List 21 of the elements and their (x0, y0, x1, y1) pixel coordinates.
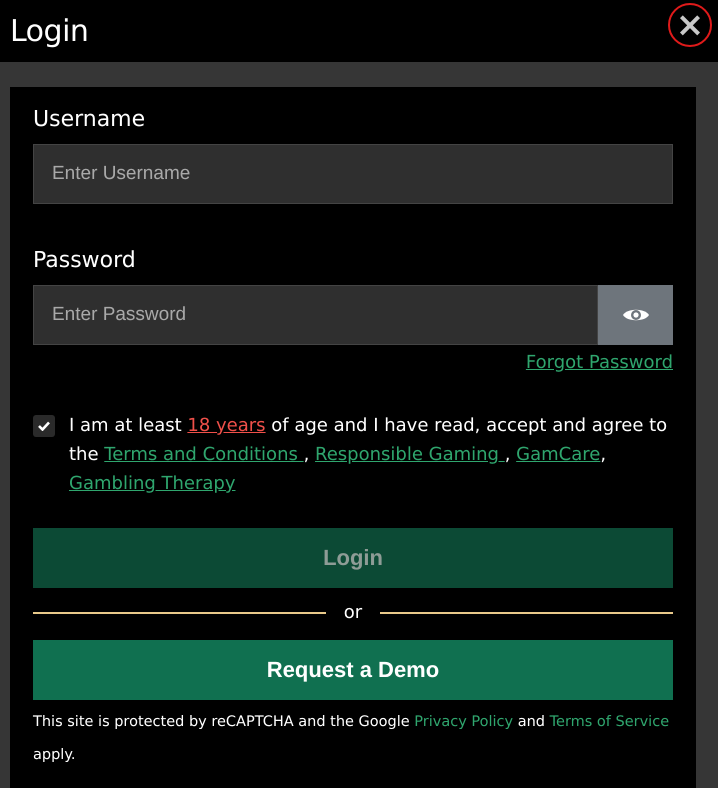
password-label: Password (33, 248, 137, 273)
password-field[interactable]: Enter Password (33, 285, 598, 345)
consent-checkbox[interactable] (33, 415, 55, 437)
show-password-button[interactable] (598, 285, 673, 345)
request-demo-button[interactable]: Request a Demo (33, 640, 673, 700)
username-label: Username (33, 107, 146, 132)
or-separator: or (344, 602, 362, 623)
policy-link[interactable]: Terms and Conditions (104, 444, 304, 465)
policy-link[interactable]: Gambling Therapy (69, 473, 236, 494)
close-button[interactable]: × (668, 3, 712, 47)
username-field[interactable]: Enter Username (33, 144, 673, 204)
policy-link[interactable]: Responsible Gaming (315, 444, 505, 465)
forgot-password-link[interactable]: Forgot Password (526, 352, 673, 373)
checkmark-icon (38, 421, 50, 431)
recaptcha-notice: This site is protected by reCAPTCHA and the Google Privacy Policy and Terms of Service apply. (33, 713, 670, 765)
policy-link[interactable]: Privacy Policy (414, 714, 514, 730)
dialog-title: Login (10, 14, 88, 48)
age-link[interactable]: 18 years (187, 415, 266, 436)
consent-text: I am at least 18 years of age and I have read, accept and agree to the Terms and Conditions , Responsible Gaming , GamCare, Gambling Therapy (69, 414, 668, 496)
policy-link[interactable]: Terms of Service (550, 714, 670, 730)
policy-link[interactable]: GamCare (516, 444, 600, 465)
